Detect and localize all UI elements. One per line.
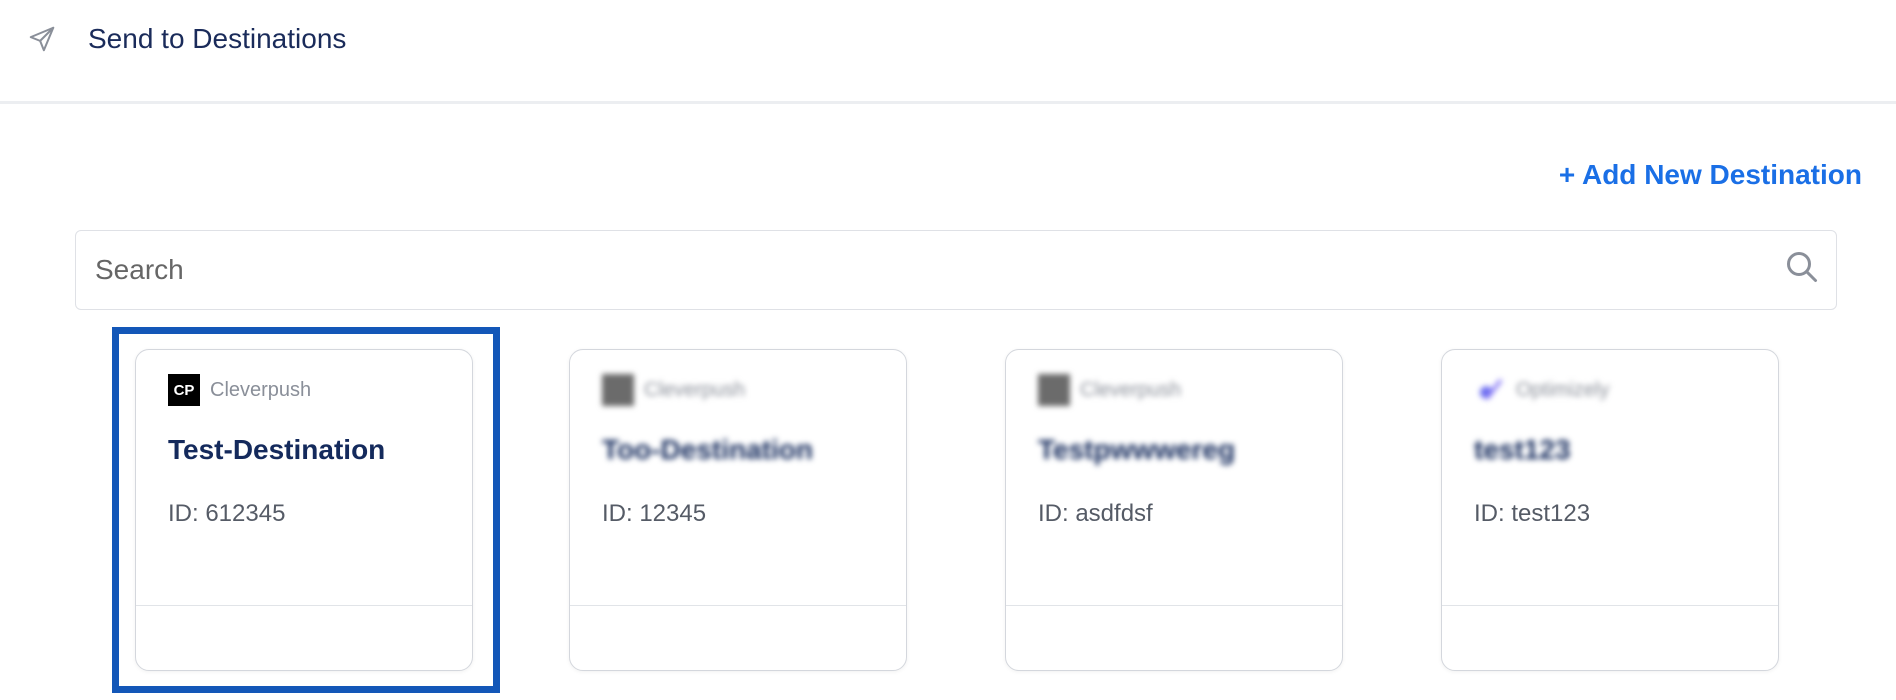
card-divider (1006, 605, 1342, 606)
page-header: Send to Destinations (0, 0, 1896, 104)
destination-card[interactable]: CP Cleverpush Test-Destination ID: 61234… (135, 349, 473, 671)
optimizely-logo-icon (1480, 379, 1502, 400)
card-id: ID: 12345 (602, 500, 707, 527)
destination-card[interactable]: Cleverpush Too-Destination ID: 12345 (569, 349, 907, 671)
card-title: Test-Destination (168, 434, 386, 465)
card-id: ID: test123 (1474, 500, 1591, 527)
card-title: Testpwwwereg (1038, 434, 1236, 465)
card-brand-row: Cleverpush (1038, 374, 1181, 406)
cleverpush-logo-icon (602, 374, 634, 406)
card-brand: Cleverpush (210, 378, 312, 401)
card-divider (136, 605, 472, 606)
destination-card[interactable]: Cleverpush Testpwwwereg ID: asdfdsf (1005, 349, 1343, 671)
search-icon[interactable] (1784, 249, 1820, 285)
cleverpush-logo-icon: CP (168, 374, 200, 406)
search-input[interactable] (93, 253, 1697, 287)
destination-card[interactable]: Optimizely test123 ID: test123 (1441, 349, 1779, 671)
cleverpush-logo-icon (1038, 374, 1070, 406)
card-title: test123 (1474, 434, 1571, 465)
card-brand: Optimizely (1516, 378, 1610, 401)
card-title: Too-Destination (602, 434, 814, 465)
card-id: ID: 612345 (168, 500, 286, 527)
card-brand: Cleverpush (1080, 378, 1182, 401)
card-brand-row: Cleverpush (602, 374, 745, 406)
card-id: ID: asdfdsf (1038, 500, 1153, 527)
card-divider (570, 605, 906, 606)
search-box (75, 230, 1837, 310)
optimizely-logo-icon (1474, 374, 1506, 406)
card-brand-row: CP Cleverpush (168, 374, 311, 406)
card-brand: Cleverpush (644, 378, 746, 401)
add-new-destination-button[interactable]: + Add New Destination (1559, 158, 1862, 192)
card-divider (1442, 605, 1778, 606)
card-brand-row: Optimizely (1474, 374, 1609, 406)
send-icon (29, 26, 55, 52)
page-title: Send to Destinations (88, 23, 347, 54)
